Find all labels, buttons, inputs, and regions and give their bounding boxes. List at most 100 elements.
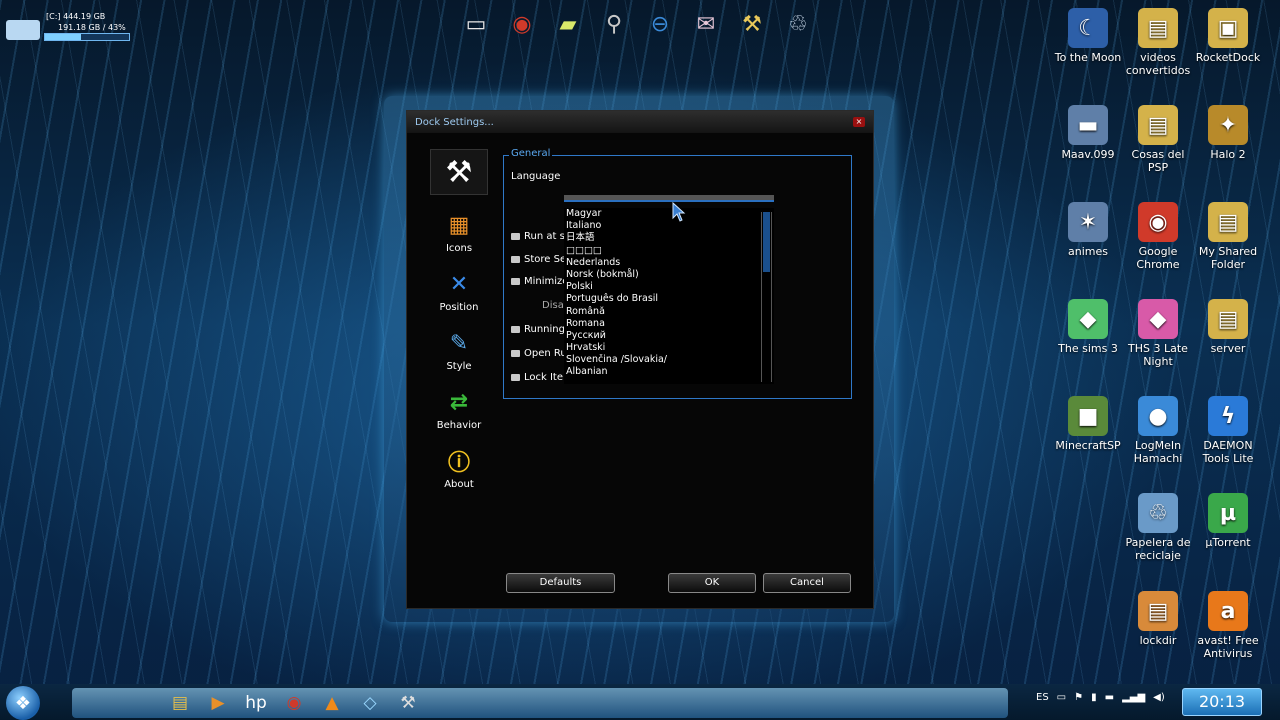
language-option[interactable]: Română [564,306,774,318]
media-player-icon[interactable]: ▶ [204,690,232,716]
power-icon[interactable]: ▬ [1105,692,1114,703]
desktop-icon[interactable]: ▤ My Shared Folder [1190,202,1266,271]
ok-button[interactable]: OK [668,573,756,593]
shortcut-icon: ◆ [1138,299,1178,339]
language-option[interactable]: Magyar [564,208,774,220]
setting-option[interactable]: Store Se [511,254,566,265]
desktop-icon[interactable]: ▤ videos convertidos [1120,8,1196,77]
checkbox-icon[interactable] [511,256,520,263]
shortcut-icon: a [1208,591,1248,631]
dialog-titlebar[interactable]: Dock Settings... × [407,111,873,133]
desktop-icon[interactable]: ● LogMeIn Hamachi [1120,396,1196,465]
setting-option[interactable]: Lock Ite [511,372,563,383]
notes-icon[interactable]: ▰ [548,4,588,44]
language-option[interactable]: Albanian [564,366,774,378]
setting-option-label: Store Se [524,254,567,265]
desktop-icon[interactable]: ■ MinecraftSP [1050,396,1126,452]
settings-nav: ⚒ ▦ Icons ✕ Position ✎ Style ⇄ Behavior ⓘ About [429,149,489,504]
nav-behavior[interactable]: ⇄ Behavior [429,386,489,432]
general-group: General Language Run at s Store Se Minimiz… [503,148,852,399]
checkbox-icon[interactable] [511,278,520,285]
chrome-icon[interactable]: ◉ [502,4,542,44]
nav-style[interactable]: ✎ Style [429,327,489,373]
language-option[interactable]: 日本語 [564,232,774,244]
language-option[interactable]: Romana [564,318,774,330]
general-icon: ⚒ [430,149,488,195]
desktop-icon[interactable]: ϟ DAEMON Tools Lite [1190,396,1266,465]
tools-icon[interactable]: ⚲ [594,4,634,44]
start-button[interactable]: ❖ [6,686,40,720]
desktop-icon[interactable]: ◉ Google Chrome [1120,202,1196,271]
desktop-icon-label: Cosas del PSP [1131,148,1185,174]
group-title: General [509,148,553,159]
desktop-icon[interactable]: ✦ Halo 2 [1190,105,1266,161]
dropdown-scrollbar[interactable] [761,212,772,382]
language-option[interactable]: Italiano [564,220,774,232]
desktop-icon[interactable]: ▤ server [1190,299,1266,355]
desktop-icon[interactable]: ▬ Maav.099 [1050,105,1126,161]
volume-icon[interactable]: ◀) [1153,692,1165,703]
desktop-icon[interactable]: ▤ lockdir [1120,591,1196,647]
desktop-icon-label: To the Moon [1054,51,1122,64]
nav-position[interactable]: ✕ Position [429,268,489,314]
recycle-bin-icon[interactable]: ♲ [778,4,818,44]
explorer-icon[interactable]: ▤ [166,690,194,716]
device-icon[interactable]: ▮ [1091,692,1097,703]
app-icon[interactable]: ◇ [356,690,384,716]
pictures-icon[interactable]: ✉ [686,4,726,44]
language-select[interactable] [564,195,774,202]
flag-icon[interactable]: ⚑ [1074,692,1083,703]
language-indicator[interactable]: ES [1036,692,1049,703]
checkbox-icon[interactable] [511,374,520,381]
desktop-icon[interactable]: ▣ RocketDock [1190,8,1266,64]
language-option[interactable]: Hrvatski [564,342,774,354]
desktop-icon[interactable]: ☾ To the Moon [1050,8,1126,64]
desktop-icon[interactable]: ◆ THS 3 Late Night [1120,299,1196,368]
language-option[interactable]: Slovenčina /Slovakia/ [564,354,774,366]
signal-icon[interactable]: ▂▄▆ [1122,692,1145,703]
language-dropdown-list[interactable]: Magyar Italiano 日本語 □□□□ Nederlands Norsk (bo… [564,208,774,384]
nav-general[interactable]: ⚒ [429,149,489,195]
scrollbar-thumb[interactable] [763,212,770,272]
setting-option[interactable]: Running [511,324,565,335]
setting-option-label: Open Ru [524,348,567,359]
setting-option[interactable]: Minimize [511,276,568,287]
taskbar-clock[interactable]: 20:13 [1182,688,1262,716]
desktop-icon[interactable]: ♲ Papelera de reciclaje [1120,493,1196,562]
language-option[interactable]: Polski [564,281,774,293]
shortcut-icon: ♲ [1138,493,1178,533]
desktop-icon[interactable]: ✶ animes [1050,202,1126,258]
drive-label: [C:] 444.19 GB [46,12,106,21]
language-option[interactable]: Norsk (bokmål) [564,269,774,281]
desktop-icon[interactable]: ▤ Cosas del PSP [1120,105,1196,174]
setting-option[interactable]: Open Ru [511,348,567,359]
checkbox-icon[interactable] [511,326,520,333]
vlc-icon[interactable]: ▲ [318,690,346,716]
defaults-button[interactable]: Defaults [506,573,615,593]
network-icon[interactable]: ⊖ [640,4,680,44]
language-option[interactable]: Nederlands [564,257,774,269]
nav-icons[interactable]: ▦ Icons [429,209,489,255]
position-icon: ✕ [449,271,469,297]
settings-icon[interactable]: ⚒ [732,4,772,44]
language-option[interactable]: □□□□ [564,245,774,257]
computer-icon[interactable]: ▭ [456,4,496,44]
chrome-icon[interactable]: ◉ [280,690,308,716]
keyboard-icon[interactable]: ▭ [1057,692,1066,703]
cancel-button[interactable]: Cancel [763,573,851,593]
language-option[interactable]: Русский [564,330,774,342]
tools-icon[interactable]: ⚒ [394,690,422,716]
close-icon[interactable]: × [853,117,865,127]
desktop-icon[interactable]: µ µTorrent [1190,493,1266,549]
shortcut-icon: ☾ [1068,8,1108,48]
nav-about[interactable]: ⓘ About [429,445,489,490]
language-option[interactable]: Português do Brasil [564,293,774,305]
desktop-icon[interactable]: ◆ The sims 3 [1050,299,1126,355]
checkbox-icon[interactable] [511,233,520,240]
desktop-icon[interactable]: a avast! Free Antivirus [1190,591,1266,660]
desktop-icon-label: MinecraftSP [1055,439,1121,452]
shortcut-icon: ▤ [1138,591,1178,631]
hp-icon[interactable]: hp [242,690,270,716]
setting-option[interactable]: Run at s [511,231,565,242]
checkbox-icon[interactable] [511,350,520,357]
